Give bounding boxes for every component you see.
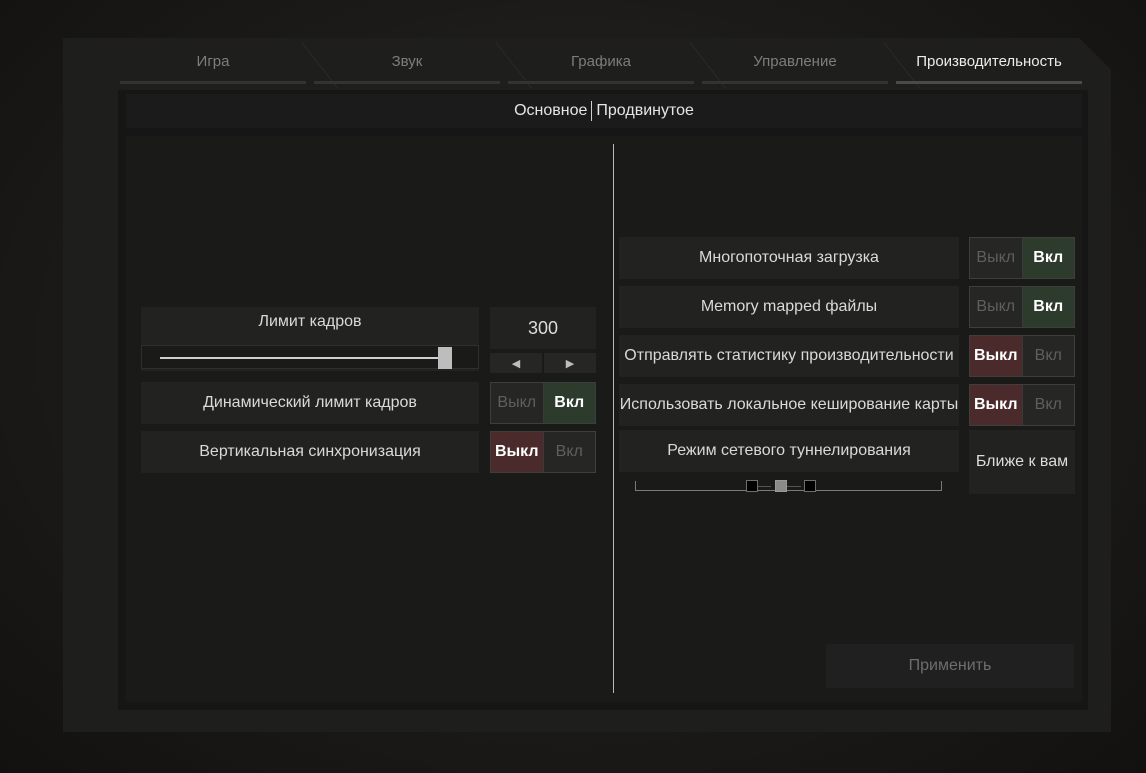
tab-graphics[interactable]: Графика [506,38,726,88]
frame-limit-slider[interactable] [141,345,479,369]
send-stats-toggle: Выкл Вкл [969,335,1075,377]
memory-mapped-off[interactable]: Выкл [970,287,1022,327]
tab-bar: Игра Звук Графика Управление Производите… [118,38,1084,88]
subtab-basic[interactable]: Основное [514,102,587,120]
arrow-left-icon: ◀ [511,357,521,370]
settings-window: Игра Звук Графика Управление Производите… [63,38,1111,732]
apply-button[interactable]: Применить [826,644,1074,688]
memory-mapped-on[interactable]: Вкл [1021,287,1074,327]
frame-limit-label: Лимит кадров [258,313,362,330]
dynamic-frame-limit-toggle: Выкл Вкл [490,382,596,424]
tab-performance[interactable]: Производительность [894,38,1084,84]
vsync-label: Вертикальная синхронизация [141,431,479,473]
settings-panel: Основное Продвинутое Лимит кадров 300 ◀ … [118,90,1088,710]
tunneling-step-0[interactable] [746,480,758,492]
tab-sound[interactable]: Звук [312,38,532,88]
memory-mapped-toggle: Выкл Вкл [969,286,1075,328]
vsync-toggle: Выкл Вкл [490,431,596,473]
dynamic-frame-limit-on[interactable]: Вкл [542,383,595,423]
subtab-divider [591,101,593,121]
multithread-loading-on[interactable]: Вкл [1021,238,1074,278]
memory-mapped-label: Memory mapped файлы [619,286,959,328]
frame-limit-thumb[interactable] [438,347,452,369]
frame-limit-decrease-button[interactable]: ◀ [490,353,542,373]
frame-limit-increase-button[interactable]: ▶ [544,353,596,373]
local-cache-toggle: Выкл Вкл [969,384,1075,426]
subtab-bar: Основное Продвинутое [126,94,1082,128]
send-stats-on[interactable]: Вкл [1021,336,1074,376]
frame-limit-value: 300 [490,307,596,349]
dynamic-frame-limit-off[interactable]: Выкл [491,383,543,423]
send-stats-off[interactable]: Выкл [970,336,1022,376]
local-cache-on[interactable]: Вкл [1021,385,1074,425]
multithread-loading-label: Многопоточная загрузка [619,237,959,279]
local-cache-off[interactable]: Выкл [970,385,1022,425]
tunneling-label: Режим сетевого туннелирования [619,430,959,472]
tab-game[interactable]: Игра [118,38,338,88]
arrow-right-icon: ▶ [565,357,575,370]
frame-limit-track [160,357,452,359]
multithread-loading-off[interactable]: Выкл [970,238,1022,278]
dynamic-frame-limit-label: Динамический лимит кадров [141,382,479,424]
multithread-loading-toggle: Выкл Вкл [969,237,1075,279]
vsync-off[interactable]: Выкл [491,432,543,472]
tab-controls[interactable]: Управление [700,38,920,88]
tunneling-step-2[interactable] [804,480,816,492]
send-stats-label: Отправлять статистику производительности [619,335,959,377]
frame-limit-panel: Лимит кадров [141,307,479,371]
subtab-advanced[interactable]: Продвинутое [596,102,694,120]
local-cache-label: Использовать локальное кеширование карты [619,384,959,426]
column-divider [613,144,614,693]
vsync-on[interactable]: Вкл [542,432,595,472]
tunneling-value[interactable]: Ближе к вам [969,430,1075,494]
settings-content: Лимит кадров 300 ◀ ▶ Динамический лимит … [126,136,1082,702]
tunneling-step-1[interactable] [775,480,787,492]
